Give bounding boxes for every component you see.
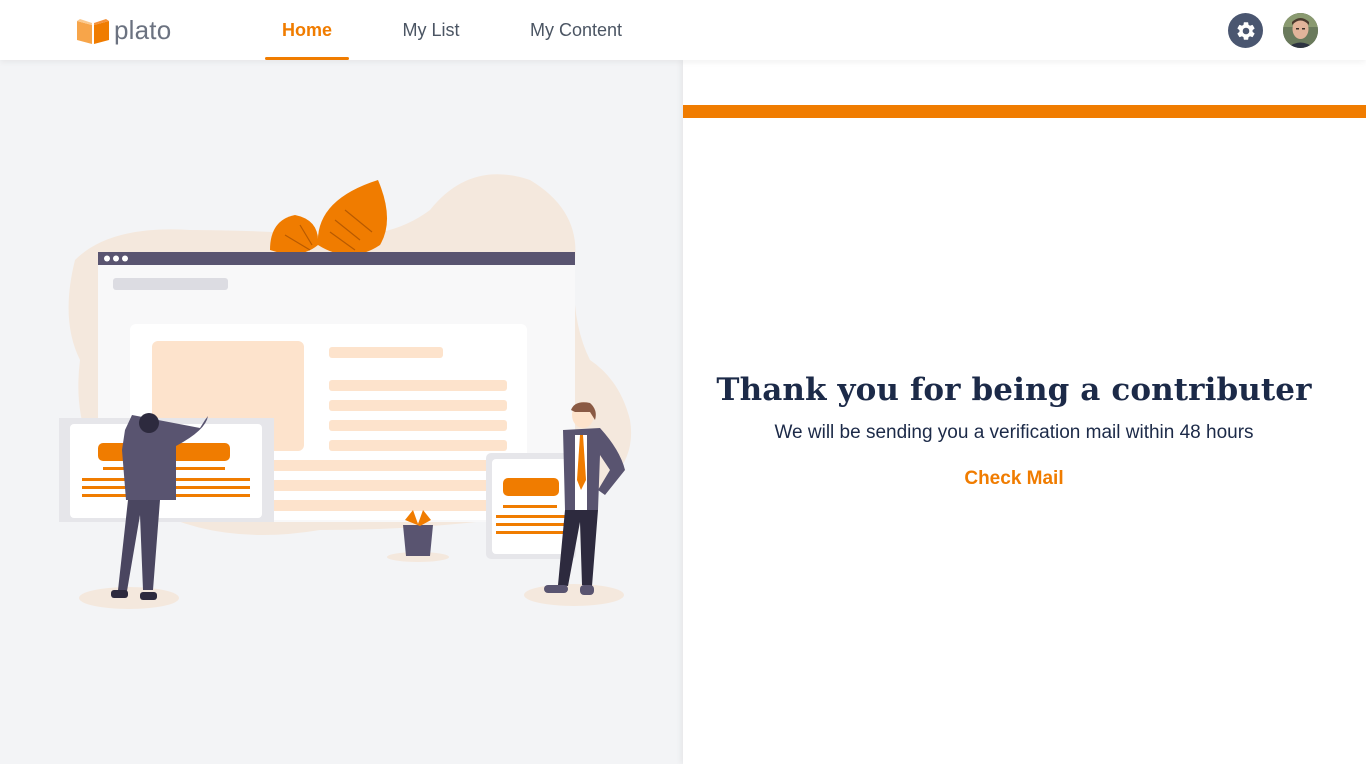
accent-bar	[683, 105, 1366, 118]
brand-name: plato	[114, 15, 172, 45]
check-mail-link[interactable]: Check Mail	[964, 468, 1063, 490]
leaf-left	[270, 215, 319, 254]
plant-pot	[403, 525, 433, 556]
confirmation-message: Thank you for being a contributer We wil…	[683, 372, 1345, 490]
tab-my-content[interactable]: My Content	[521, 0, 631, 60]
book-icon	[77, 19, 109, 44]
settings-button[interactable]	[1228, 13, 1263, 48]
tab-home[interactable]: Home	[265, 0, 349, 60]
tab-my-content-label: My Content	[529, 19, 623, 40]
tab-home-label: Home	[281, 19, 332, 40]
top-navbar: plato Home My List My Content	[0, 0, 1366, 60]
gear-icon	[1236, 21, 1255, 40]
browser-titlebar	[98, 252, 575, 265]
illustration-panel	[0, 60, 683, 764]
active-tab-indicator	[265, 57, 349, 60]
user-avatar[interactable]	[1283, 13, 1318, 48]
plato-logo[interactable]: plato	[77, 16, 171, 46]
tab-my-list-label: My List	[402, 19, 460, 40]
tab-my-list[interactable]: My List	[392, 0, 470, 60]
contributor-illustration	[59, 174, 632, 609]
confirmation-panel: Thank you for being a contributer We wil…	[683, 60, 1366, 764]
page-title: Thank you for being a contributer	[716, 372, 1312, 408]
user-avatar-icon	[1283, 13, 1318, 48]
leaf-right	[317, 180, 388, 255]
page-subtitle: We will be sending you a verification ma…	[774, 422, 1254, 443]
